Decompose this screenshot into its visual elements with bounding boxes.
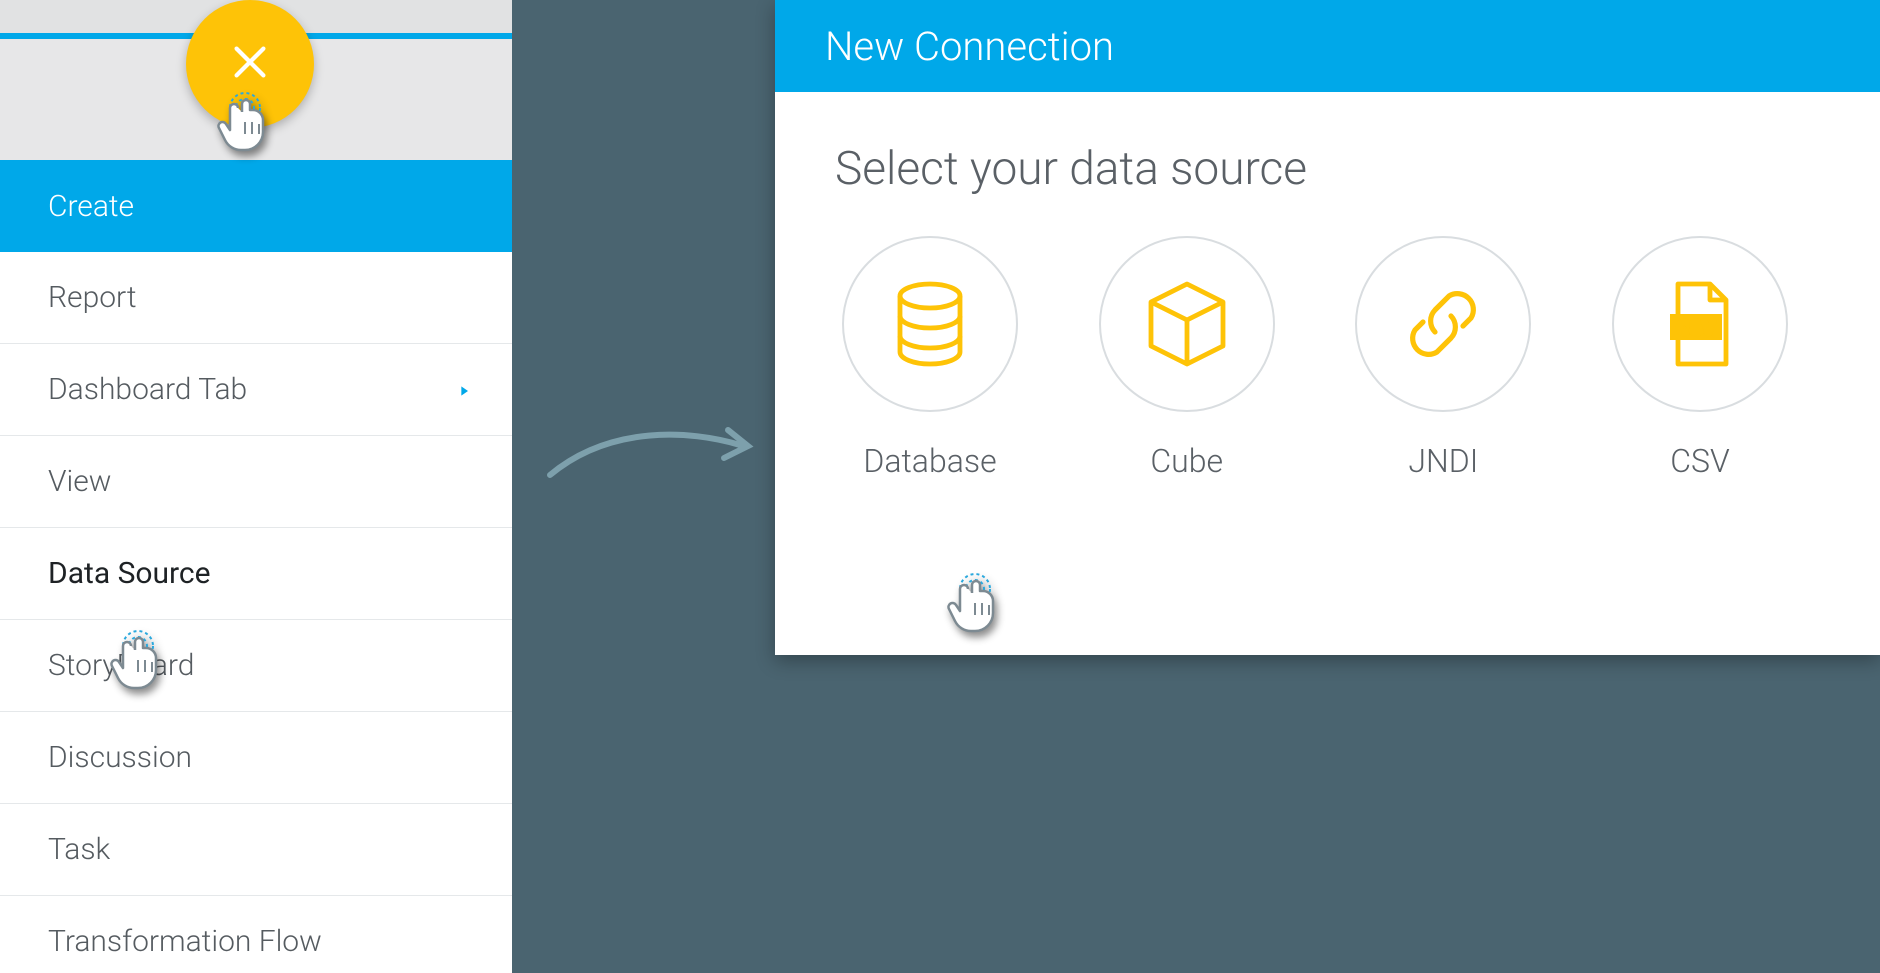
menu-item-storyboard[interactable]: StoryBoard bbox=[0, 620, 512, 712]
menu-item-transformation-flow[interactable]: Transformation Flow bbox=[0, 896, 512, 973]
link-icon bbox=[1355, 236, 1531, 412]
source-label: Database bbox=[863, 442, 996, 480]
menu-item-label: Transformation Flow bbox=[48, 924, 322, 959]
database-icon bbox=[842, 236, 1018, 412]
dialog-header: New Connection bbox=[775, 0, 1880, 92]
close-icon bbox=[227, 39, 273, 89]
menu-item-report[interactable]: Report bbox=[0, 252, 512, 344]
source-label: CSV bbox=[1670, 442, 1730, 480]
source-option-database[interactable]: Database bbox=[835, 236, 1025, 480]
menu-item-label: Task bbox=[48, 832, 110, 867]
source-label: JNDI bbox=[1408, 442, 1478, 480]
menu-item-label: Dashboard Tab bbox=[48, 372, 247, 407]
menu-item-label: Data Source bbox=[48, 556, 211, 591]
source-option-cube[interactable]: Cube bbox=[1092, 236, 1282, 480]
menu-item-label: StoryBoard bbox=[48, 648, 194, 683]
menu-item-view[interactable]: View bbox=[0, 436, 512, 528]
create-menu-panel: Create Report Dashboard Tab View Data So… bbox=[0, 0, 512, 973]
menu-item-label: Discussion bbox=[48, 740, 192, 775]
svg-text:CSV: CSV bbox=[1677, 318, 1714, 338]
dialog-body: Select your data source Database bbox=[775, 92, 1880, 520]
create-menu-list: Create Report Dashboard Tab View Data So… bbox=[0, 160, 512, 973]
data-source-options: Database Cube bbox=[835, 236, 1795, 480]
chevron-right-icon bbox=[456, 372, 472, 407]
cube-icon bbox=[1099, 236, 1275, 412]
flow-arrow-icon bbox=[540, 410, 760, 490]
menu-item-data-source[interactable]: Data Source bbox=[0, 528, 512, 620]
csv-file-icon: CSV bbox=[1612, 236, 1788, 412]
source-option-csv[interactable]: CSV CSV bbox=[1605, 236, 1795, 480]
menu-item-label: Report bbox=[48, 280, 137, 315]
new-connection-dialog: New Connection Select your data source D… bbox=[775, 0, 1880, 655]
menu-header-label: Create bbox=[48, 189, 134, 224]
dialog-subtitle: Select your data source bbox=[835, 142, 1820, 196]
menu-item-task[interactable]: Task bbox=[0, 804, 512, 896]
menu-item-label: View bbox=[48, 464, 111, 499]
menu-header: Create bbox=[0, 160, 512, 252]
menu-item-discussion[interactable]: Discussion bbox=[0, 712, 512, 804]
dialog-title: New Connection bbox=[825, 23, 1114, 70]
source-option-jndi[interactable]: JNDI bbox=[1348, 236, 1538, 480]
menu-item-dashboard-tab[interactable]: Dashboard Tab bbox=[0, 344, 512, 436]
source-label: Cube bbox=[1150, 442, 1223, 480]
close-fab-button[interactable] bbox=[186, 0, 314, 128]
